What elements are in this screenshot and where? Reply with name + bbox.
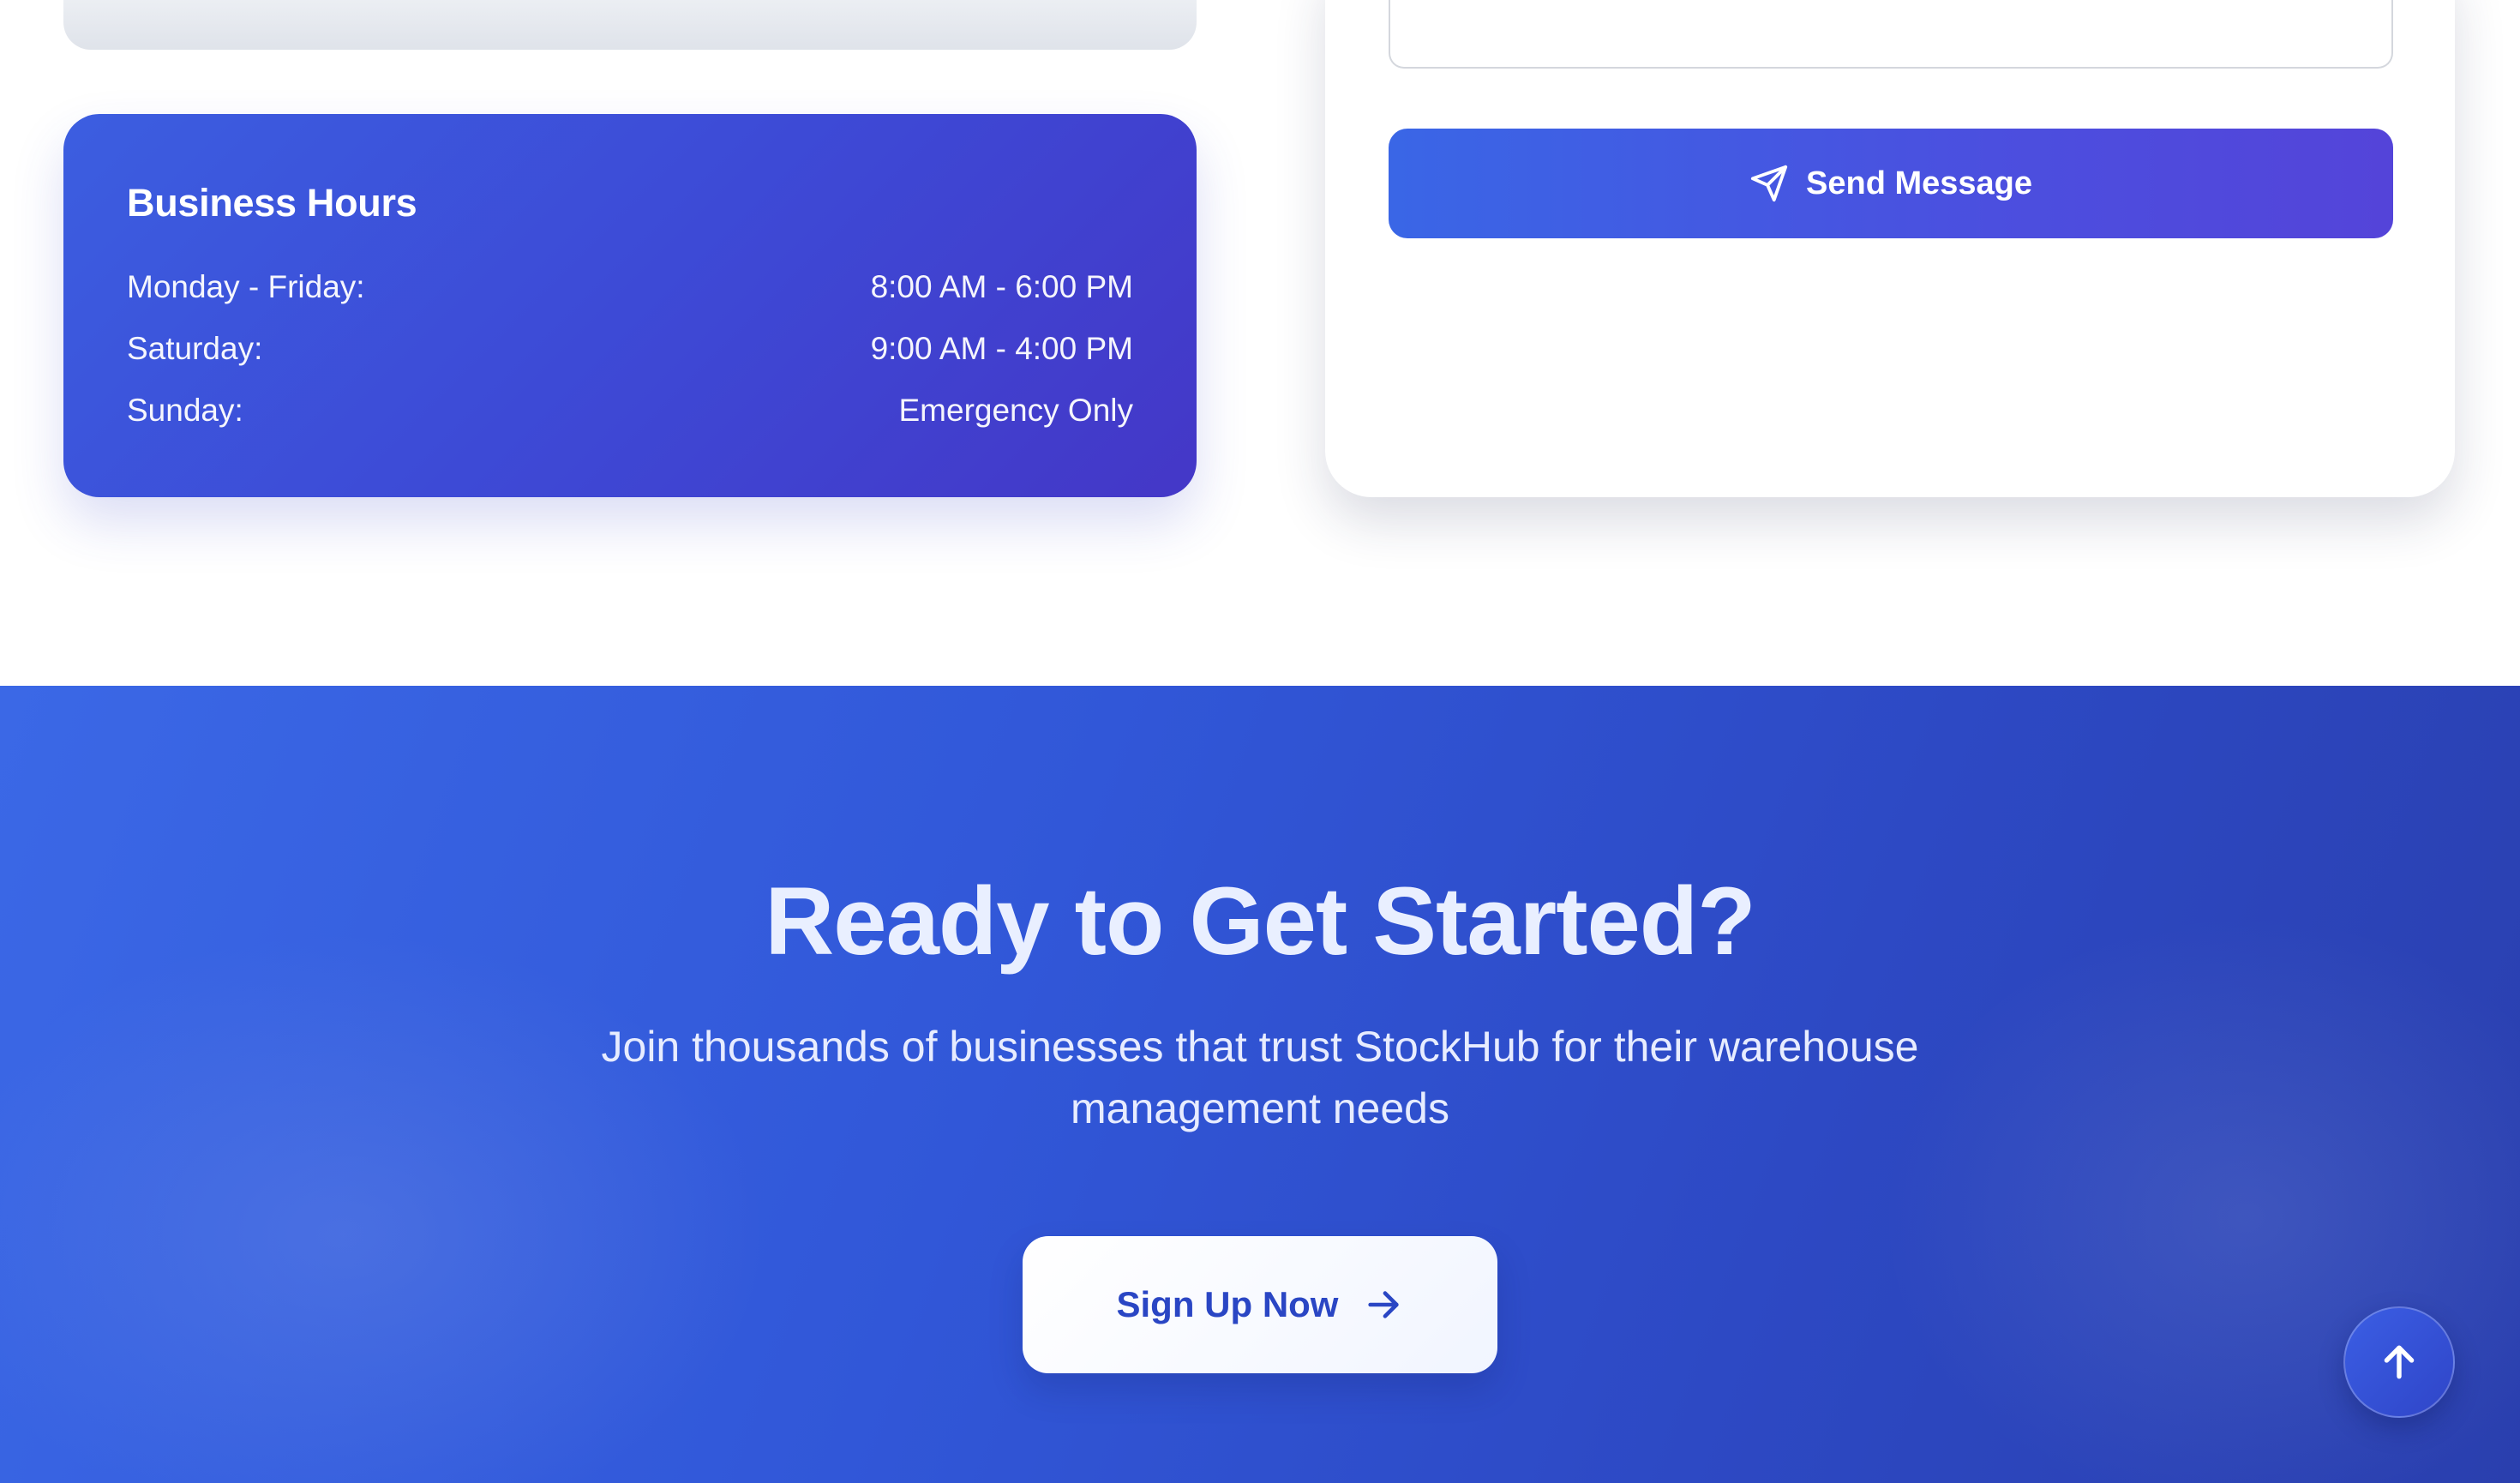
cta-title: Ready to Get Started?	[765, 868, 1755, 975]
contact-info-card	[63, 0, 1197, 50]
hours-time: 9:00 AM - 4:00 PM	[870, 331, 1133, 366]
cta-subtitle: Join thousands of businesses that trust …	[601, 1023, 1919, 1132]
sign-up-button[interactable]: Sign Up Now	[1023, 1236, 1497, 1373]
hours-day: Sunday:	[127, 393, 243, 428]
page: Business Hours Monday - Friday: 8:00 AM …	[0, 0, 2520, 1483]
sign-up-label: Sign Up Now	[1116, 1284, 1339, 1324]
contact-section: Business Hours Monday - Friday: 8:00 AM …	[0, 0, 2520, 686]
hours-row-saturday: Saturday: 9:00 AM - 4:00 PM	[127, 318, 1133, 380]
send-message-button[interactable]: Send Message	[1389, 129, 2393, 238]
scroll-to-top-button[interactable]	[2343, 1306, 2455, 1418]
business-hours-card: Business Hours Monday - Friday: 8:00 AM …	[63, 114, 1197, 497]
hours-row-sunday: Sunday: Emergency Only	[127, 380, 1133, 441]
hours-day: Saturday:	[127, 331, 263, 366]
message-textarea[interactable]	[1389, 0, 2393, 69]
arrow-right-icon	[1368, 1291, 1400, 1318]
send-message-label: Send Message	[1806, 165, 2032, 201]
paper-plane-icon	[1750, 165, 1788, 202]
hours-row-weekdays: Monday - Friday: 8:00 AM - 6:00 PM	[127, 256, 1133, 318]
contact-form-card: Send Message	[1325, 0, 2455, 497]
hours-time: 8:00 AM - 6:00 PM	[870, 269, 1133, 304]
arrow-up-icon	[2384, 1345, 2415, 1379]
hours-time: Emergency Only	[898, 393, 1134, 428]
business-hours-title: Business Hours	[127, 181, 417, 225]
hours-day: Monday - Friday:	[127, 269, 365, 304]
cta-section: Ready to Get Started? Join thousands of …	[0, 686, 2520, 1483]
